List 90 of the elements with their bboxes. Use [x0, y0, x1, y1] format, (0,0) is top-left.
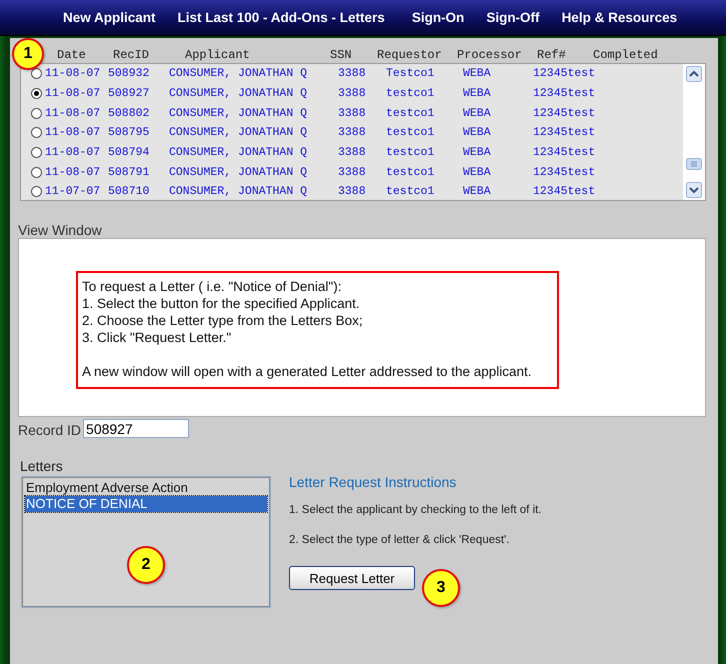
section-label: View Window — [18, 222, 103, 238]
radio-button[interactable] — [31, 68, 42, 80]
table-cell-text: 3388 — [338, 146, 367, 160]
table-cell-text: 3388 — [338, 166, 367, 179]
list-item[interactable]: Employment Adverse Action — [25, 480, 267, 496]
table-cell-text: 3388 — [338, 126, 367, 140]
radio-button[interactable] — [31, 88, 42, 100]
table-cell: 12345test — [533, 126, 596, 140]
table-cell-text: WEBA — [463, 146, 492, 160]
callout-badge: 3 — [422, 569, 460, 607]
table-cell-text: CONSUMER, JONATHAN Q — [169, 126, 308, 140]
scroll-down-icon[interactable] — [686, 182, 702, 198]
table-cell-text: 508802 — [108, 106, 150, 120]
table-cell-text: testco1 — [386, 185, 436, 198]
table-cell-text: WEBA — [463, 67, 492, 80]
table-cell-text: 508710 — [108, 185, 150, 198]
scrollbar[interactable] — [683, 64, 705, 200]
radio-button[interactable] — [31, 108, 42, 119]
request-letter-button[interactable]: Request Letter — [289, 566, 415, 590]
table-cell-text: CONSUMER, JONATHAN Q — [169, 87, 308, 100]
column-header: Processor — [457, 48, 523, 62]
column-header: Ref# — [537, 48, 567, 62]
table-cell-text: Testco1 — [386, 67, 436, 80]
column-header: Completed — [593, 48, 658, 62]
instruction-text: To request a Letter ( i.e. "Notice of Denial"): — [82, 279, 342, 294]
column-header: Requestor — [377, 48, 443, 62]
table-cell-text: testco1 — [386, 146, 436, 160]
table-cell-text: testco1 — [386, 126, 436, 140]
table-cell-text: 11-07-07 — [45, 185, 102, 198]
table-cell: 12345test — [533, 185, 596, 198]
field-label: Record ID — [18, 422, 82, 438]
table-cell-text: 508932 — [108, 67, 150, 80]
table-cell-text: 3388 — [338, 87, 367, 100]
table-cell: 12345test — [533, 166, 596, 179]
table-cell: 12345test — [533, 87, 596, 100]
list-item[interactable]: NOTICE OF DENIAL — [25, 496, 267, 512]
table-cell-text: 11-08-07 — [45, 67, 102, 80]
table-cell-text: 3388 — [338, 67, 367, 80]
radio-button[interactable] — [31, 186, 42, 198]
nav-link[interactable]: Sign-Off — [486, 10, 540, 25]
table-cell-text: 11-08-07 — [45, 87, 102, 100]
table-cell-text: testco1 — [386, 166, 436, 179]
table-cell-text: CONSUMER, JONATHAN Q — [169, 185, 308, 198]
table-cell-text: 508791 — [108, 166, 150, 179]
instruction-step: 1. Select the applicant by checking to the left of it. — [289, 504, 542, 516]
table-cell-text: 11-08-07 — [45, 106, 102, 120]
table-cell: 12345test — [533, 146, 596, 160]
record-id-field[interactable]: 508927 — [83, 419, 190, 438]
instruction-text: 1. Select the button for the specified Applicant. — [82, 296, 360, 311]
column-header: Date — [57, 48, 87, 62]
table-cell: 12345test — [533, 106, 596, 120]
nav-link[interactable]: Help & Resources — [562, 10, 678, 25]
table-cell-text: CONSUMER, JONATHAN Q — [169, 166, 308, 179]
column-header: RecID — [113, 48, 150, 62]
table-cell-text: WEBA — [463, 87, 492, 100]
column-header: SSN — [330, 48, 353, 62]
instruction-text: A new window will open with a generated Letter addressed to the applicant. — [82, 364, 532, 379]
radio-button[interactable] — [31, 147, 42, 158]
instructions-title: Letter Request Instructions — [289, 474, 458, 490]
table-cell-text: 11-08-07 — [45, 166, 102, 179]
column-header: Applicant — [185, 48, 251, 62]
instruction-text: 3. Click "Request Letter." — [82, 330, 232, 345]
table-cell-text: WEBA — [463, 166, 492, 179]
table-cell-text: testco1 — [386, 87, 436, 100]
instruction-text: 2. Choose the Letter type from the Letters Box; — [82, 313, 363, 328]
table-cell-text: WEBA — [463, 126, 492, 140]
radio-button[interactable] — [31, 166, 42, 178]
nav-link[interactable]: New Applicant — [63, 10, 156, 25]
table-cell-text: CONSUMER, JONATHAN Q — [169, 146, 308, 160]
instruction-step: 2. Select the type of letter & click 'Request'. — [289, 534, 542, 546]
radio-button[interactable] — [31, 127, 42, 138]
scroll-thumb-icon[interactable] — [686, 158, 702, 170]
callout-badge: 1 — [12, 38, 44, 70]
table-cell-text: testco1 — [386, 106, 436, 120]
section-label: Letters — [20, 458, 64, 474]
table-cell-text: 11-08-07 — [45, 146, 102, 160]
nav-link[interactable]: Sign-On — [412, 10, 464, 25]
scroll-up-icon[interactable] — [686, 66, 702, 82]
table-cell-text: WEBA — [463, 185, 492, 198]
table-cell-text: CONSUMER, JONATHAN Q — [169, 67, 308, 80]
table-cell-text: 508795 — [108, 126, 150, 140]
table-cell-text: WEBA — [463, 106, 492, 120]
table-cell-text: 11-08-07 — [45, 126, 102, 140]
table-cell: 12345test — [533, 67, 596, 80]
table-cell-text: 508927 — [108, 87, 150, 100]
table-cell-text: 508794 — [108, 146, 150, 160]
nav-link[interactable]: List Last 100 - Add-Ons - Letters — [178, 10, 385, 25]
table-cell-text: CONSUMER, JONATHAN Q — [169, 106, 308, 120]
table-cell-text: 3388 — [338, 185, 367, 198]
table-cell-text: 3388 — [338, 106, 367, 120]
